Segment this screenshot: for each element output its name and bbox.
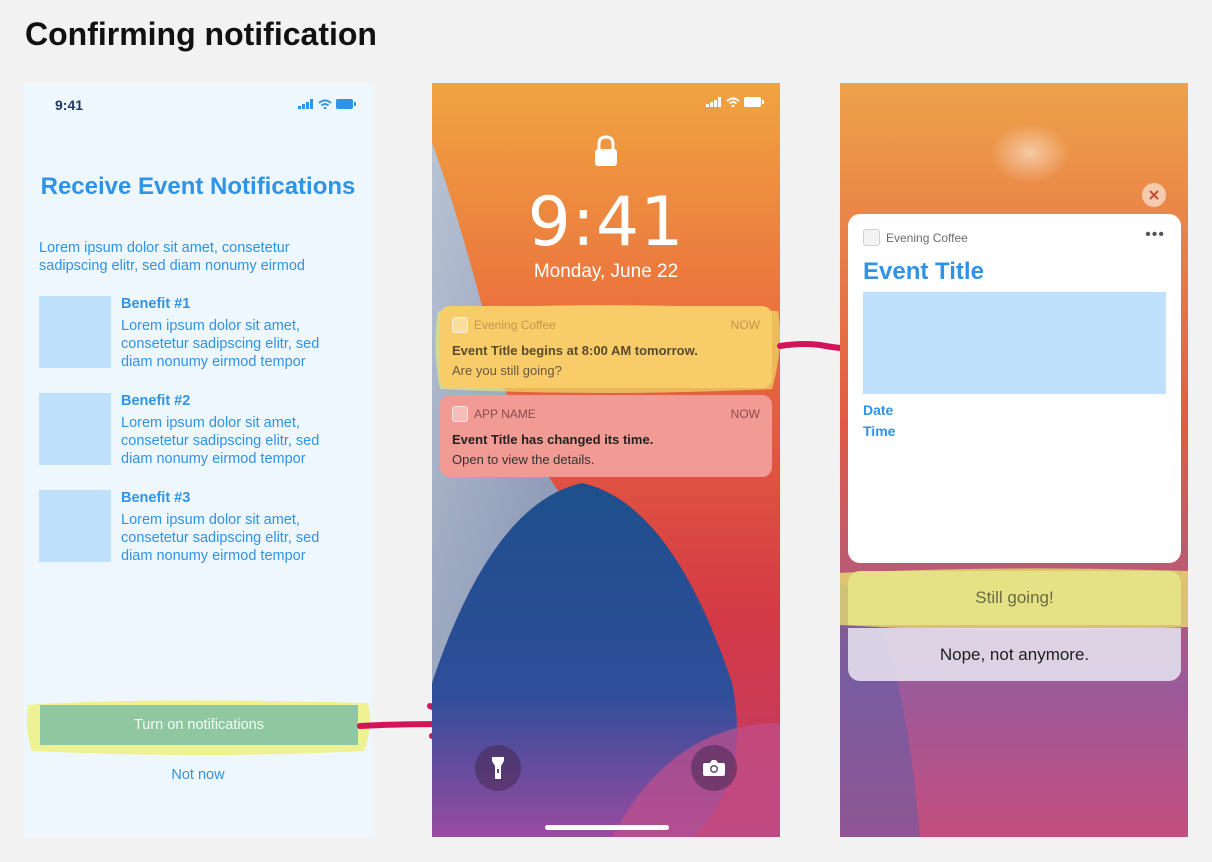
close-icon xyxy=(1149,190,1159,200)
signal-icon xyxy=(706,97,721,107)
notification-title: Event Title has changed its time. xyxy=(452,432,654,447)
signal-icon xyxy=(298,99,313,109)
lock-clock: 9:41 xyxy=(527,183,685,262)
notification-card[interactable]: Evening Coffee NOW Event Title begins at… xyxy=(440,306,772,388)
benefit-title: Benefit #2 xyxy=(121,393,191,409)
close-button[interactable] xyxy=(1142,183,1166,207)
benefit-image xyxy=(39,393,111,465)
page-title: Confirming notification xyxy=(25,16,377,52)
benefit-text: Lorem ipsum dolor sit amet, consetetur s… xyxy=(121,318,320,370)
notification-time: NOW xyxy=(730,407,760,421)
battery-icon xyxy=(744,97,764,107)
notification-body: Are you still going? xyxy=(452,363,562,378)
flashlight-icon xyxy=(492,757,504,779)
wifi-icon xyxy=(318,99,332,109)
turn-on-notifications-button[interactable]: Turn on notifications xyxy=(40,705,358,745)
benefit-text: Lorem ipsum dolor sit amet, consetetur s… xyxy=(121,415,320,467)
lock-screen: 9:41 Monday, June 22 Evening Coffee NOW … xyxy=(432,83,780,837)
benefit-title: Benefit #3 xyxy=(121,490,191,506)
flashlight-button[interactable] xyxy=(475,745,521,791)
status-icons xyxy=(298,99,356,109)
notification-title: Event Title begins at 8:00 AM tomorrow. xyxy=(452,343,698,358)
camera-button[interactable] xyxy=(691,745,737,791)
event-date-label: Date xyxy=(863,402,894,418)
still-going-button[interactable]: Still going! xyxy=(848,571,1181,625)
event-title: Event Title xyxy=(863,258,984,285)
notification-app-name: APP NAME xyxy=(474,407,536,421)
lock-date: Monday, June 22 xyxy=(533,261,679,282)
wifi-icon xyxy=(726,97,740,107)
camera-icon xyxy=(703,760,725,776)
app-icon xyxy=(863,229,880,246)
onboarding-intro: Lorem ipsum dolor sit amet, consetetur s… xyxy=(39,240,305,274)
notification-app-name: Evening Coffee xyxy=(886,231,968,245)
event-time-label: Time xyxy=(863,423,896,439)
benefit-image xyxy=(39,296,111,368)
onboarding-screen: 9:41 Receive Event Notifications Lorem i… xyxy=(24,83,372,837)
benefit-item: Benefit #3 Lorem ipsum dolor sit amet, c… xyxy=(39,490,359,564)
benefit-title: Benefit #1 xyxy=(121,296,191,312)
app-icon xyxy=(452,406,468,422)
not-now-button[interactable]: Not now xyxy=(24,767,372,783)
benefit-image xyxy=(39,490,111,562)
expanded-notification-screen: Evening Coffee ••• Event Title Date Time… xyxy=(840,83,1188,837)
notification-card[interactable]: APP NAME NOW Event Title has changed its… xyxy=(440,395,772,477)
notification-app-name: Evening Coffee xyxy=(474,318,556,332)
status-time: 9:41 xyxy=(55,97,84,113)
battery-icon xyxy=(336,99,356,109)
benefit-item: Benefit #2 Lorem ipsum dolor sit amet, c… xyxy=(39,393,359,467)
home-indicator[interactable] xyxy=(545,825,669,830)
onboarding-heading: Receive Event Notifications xyxy=(40,173,356,200)
benefit-item: Benefit #1 Lorem ipsum dolor sit amet, c… xyxy=(39,296,359,370)
status-icons xyxy=(706,97,764,107)
notification-time: NOW xyxy=(730,318,760,332)
nope-not-anymore-button[interactable]: Nope, not anymore. xyxy=(848,628,1181,681)
notification-body: Open to view the details. xyxy=(452,452,595,467)
event-image xyxy=(863,292,1166,394)
lock-icon xyxy=(595,135,617,166)
more-options-button[interactable]: ••• xyxy=(1145,226,1165,244)
expanded-notification-card: Evening Coffee ••• Event Title Date Time xyxy=(848,214,1181,563)
benefit-text: Lorem ipsum dolor sit amet, consetetur s… xyxy=(121,512,320,564)
app-icon xyxy=(452,317,468,333)
